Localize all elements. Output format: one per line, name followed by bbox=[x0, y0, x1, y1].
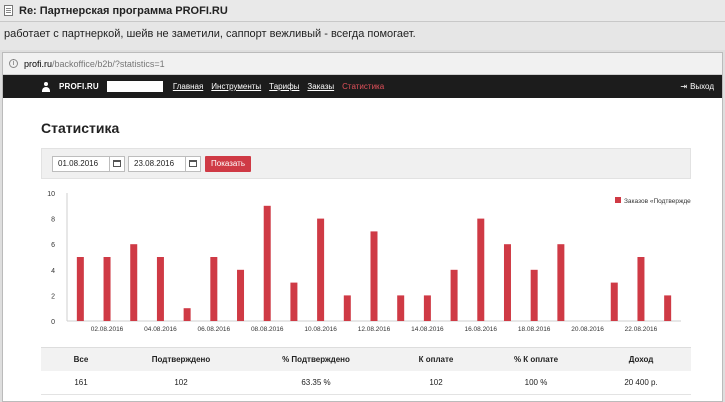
chart-bar bbox=[610, 282, 618, 321]
chart-svg: 0 2 4 6 8 10 02.08.2016 04.08.2016 06.08.2016 08.… bbox=[47, 191, 702, 333]
legend-swatch bbox=[615, 197, 621, 203]
calendar-icon[interactable] bbox=[109, 156, 124, 171]
x-tick-label: 18.08.2016 bbox=[518, 326, 551, 333]
stats-value-row: 161 102 63.35 % 102 100 % 20 400 р. bbox=[41, 371, 691, 395]
y-tick-label: 6 bbox=[51, 242, 55, 249]
stats-value-to-pay-pct: 100 % bbox=[524, 378, 548, 387]
logout-icon: ⇥ bbox=[680, 82, 688, 91]
stats-header-row: Все Подтверждено % Подтверждено К оплате… bbox=[41, 348, 691, 371]
chart-bar bbox=[183, 308, 191, 321]
stats-header-income: Доход bbox=[628, 355, 654, 364]
x-tick-label: 02.08.2016 bbox=[91, 326, 124, 333]
logout-button[interactable]: ⇥ Выход bbox=[680, 75, 714, 98]
chart-bar bbox=[290, 282, 298, 321]
stats-value-confirmed: 102 bbox=[174, 378, 188, 387]
chart-bar bbox=[370, 231, 378, 321]
chart-bar bbox=[76, 257, 84, 321]
info-icon[interactable]: i bbox=[9, 59, 18, 68]
nav-link-home[interactable]: Главная bbox=[173, 82, 203, 91]
date-from-input[interactable]: 01.08.2016 bbox=[52, 155, 125, 172]
stats-header-confirmed: Подтверждено bbox=[151, 355, 211, 364]
chart-bar bbox=[557, 244, 565, 321]
y-tick-label: 8 bbox=[51, 217, 55, 224]
post-header: Re: Партнерская программа PROFI.RU bbox=[0, 0, 725, 22]
stats-value-confirmed-pct: 63.35 % bbox=[301, 378, 331, 387]
date-filter-bar: 01.08.2016 23.08.2016 Показать bbox=[41, 148, 691, 179]
chart-bar bbox=[637, 257, 645, 321]
stats-header-to-pay: К оплате bbox=[418, 355, 454, 364]
chart-bar bbox=[103, 257, 111, 321]
orders-chart: 0 2 4 6 8 10 02.08.2016 04.08.2016 06.08.2016 08.… bbox=[39, 189, 702, 354]
y-tick-label: 10 bbox=[47, 191, 55, 198]
chart-bar bbox=[263, 205, 271, 321]
x-tick-label: 20.08.2016 bbox=[571, 326, 604, 333]
x-tick-label: 04.08.2016 bbox=[144, 326, 177, 333]
main-content: Статистика 01.08.2016 23.08.2016 Показат… bbox=[41, 99, 691, 179]
stats-value-income: 20 400 р. bbox=[624, 378, 658, 387]
browser-window: i profi.ru/backoffice/b2b/?statistics=1 … bbox=[2, 52, 723, 402]
x-tick-label: 12.08.2016 bbox=[358, 326, 391, 333]
url-host: profi.ru bbox=[24, 58, 53, 69]
chart-bar bbox=[343, 295, 351, 321]
chart-bar bbox=[423, 295, 431, 321]
y-tick-label: 4 bbox=[51, 268, 55, 275]
stats-value-all: 161 bbox=[74, 378, 88, 387]
logout-label: Выход bbox=[690, 82, 714, 91]
x-tick-label: 10.08.2016 bbox=[304, 326, 337, 333]
legend-label: Заказов «Подтверждено» bbox=[624, 198, 691, 205]
chart-bar bbox=[397, 295, 405, 321]
user-icon bbox=[41, 81, 51, 92]
nav-link-tariffs[interactable]: Тарифы bbox=[269, 82, 299, 91]
calendar-icon[interactable] bbox=[185, 156, 200, 171]
nav-link-statistics[interactable]: Статистика bbox=[342, 82, 384, 91]
date-from-value: 01.08.2016 bbox=[58, 159, 99, 168]
nav-link-tools[interactable]: Инструменты bbox=[211, 82, 261, 91]
chart-bar bbox=[130, 244, 138, 321]
post-title: Re: Партнерская программа PROFI.RU bbox=[19, 4, 228, 17]
page-title: Статистика bbox=[41, 120, 120, 136]
url-path: /backoffice/b2b/?statistics=1 bbox=[52, 58, 165, 69]
chart-bar bbox=[156, 257, 164, 321]
stats-value-to-pay: 102 bbox=[429, 378, 443, 387]
chart-bar bbox=[503, 244, 511, 321]
y-tick-label: 2 bbox=[51, 293, 55, 300]
chart-bar bbox=[450, 269, 458, 321]
x-tick-label: 06.08.2016 bbox=[198, 326, 231, 333]
stats-table: Все Подтверждено % Подтверждено К оплате… bbox=[41, 347, 691, 395]
chart-bar bbox=[210, 257, 218, 321]
document-icon bbox=[4, 5, 13, 16]
show-button[interactable]: Показать bbox=[205, 155, 252, 172]
date-to-input[interactable]: 23.08.2016 bbox=[128, 155, 201, 172]
chart-bar bbox=[664, 295, 672, 321]
chart-bar bbox=[477, 218, 485, 321]
stats-header-to-pay-pct: % К оплате bbox=[513, 355, 559, 364]
stats-header-confirmed-pct: % Подтверждено bbox=[282, 355, 350, 364]
address-bar[interactable]: i profi.ru/backoffice/b2b/?statistics=1 bbox=[3, 53, 722, 75]
x-tick-label: 16.08.2016 bbox=[465, 326, 498, 333]
nav-link-orders[interactable]: Заказы bbox=[307, 82, 334, 91]
chart-bar bbox=[530, 269, 538, 321]
y-tick-label: 0 bbox=[51, 319, 55, 326]
x-tick-label: 22.08.2016 bbox=[625, 326, 658, 333]
chart-bar bbox=[237, 269, 245, 321]
stats-header-all: Все bbox=[73, 355, 89, 364]
logo-text: PROFI.RU bbox=[59, 82, 99, 91]
date-to-value: 23.08.2016 bbox=[134, 159, 175, 168]
x-tick-label: 08.08.2016 bbox=[251, 326, 284, 333]
top-navbar: PROFI.RU Главная Инструменты Тарифы Зака… bbox=[3, 75, 722, 98]
logo[interactable]: PROFI.RU bbox=[41, 81, 99, 92]
post-body: работает с партнеркой, шейв не заметили,… bbox=[0, 22, 725, 50]
x-tick-label: 14.08.2016 bbox=[411, 326, 444, 333]
nav-search-box[interactable] bbox=[106, 81, 163, 92]
chart-bar bbox=[317, 218, 325, 321]
